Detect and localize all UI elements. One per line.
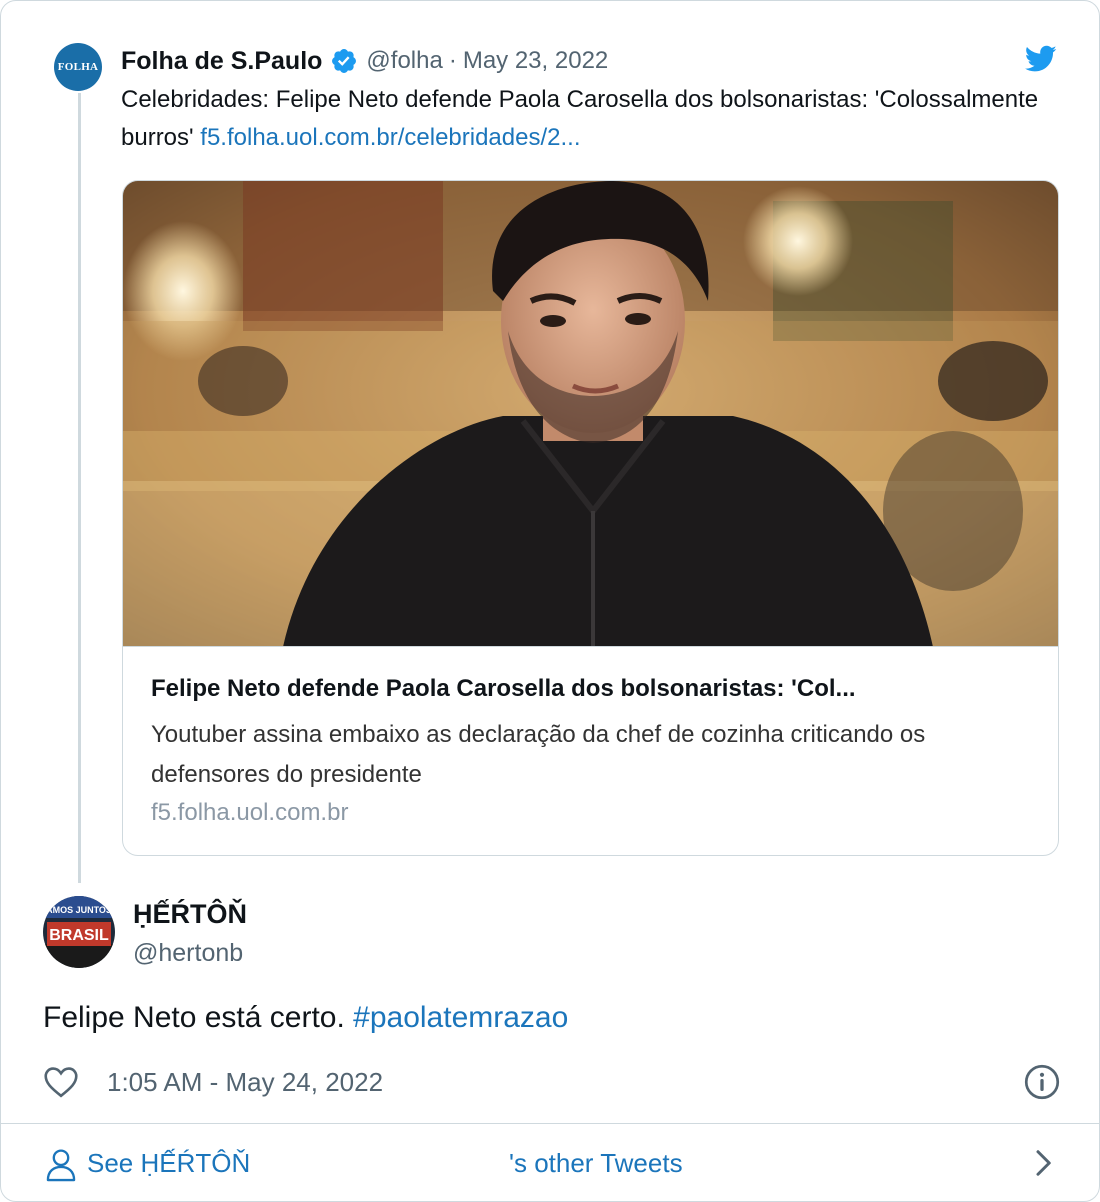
header-separator: · [448,47,457,74]
thread-line [78,93,81,883]
parent-tweet-text: Celebridades: Felipe Neto defende Paola … [121,81,1061,157]
other-tweets-label[interactable]: 's other Tweets [509,1148,683,1179]
heart-icon[interactable] [43,1066,79,1098]
tweet-timestamp[interactable]: 1:05 AM - May 24, 2022 [107,1067,383,1098]
embedded-tweet-card: FOLHA Folha de S.Paulo @folha · May 23, … [0,0,1100,1202]
parent-tweet-header: Folha de S.Paulo @folha · May 23, 2022 [121,43,608,79]
info-icon[interactable] [1024,1064,1060,1100]
card-title: Felipe Neto defende Paola Carosella dos … [151,675,856,702]
tweet-meta-row: 1:05 AM - May 24, 2022 [43,1064,1063,1100]
article-photo [123,181,1058,647]
chevron-right-icon[interactable] [1031,1148,1055,1178]
avatar-small-text: AMOS JUNTOS [46,905,112,915]
avatar-image: AMOS JUNTOS BRASIL [43,896,115,968]
tweet-date[interactable]: May 23, 2022 [463,47,608,75]
article-photo-illustration [123,181,1058,646]
hashtag-link[interactable]: #paolatemrazao [353,1001,568,1034]
reply-tweet-body: Felipe Neto está certo. [43,1001,354,1034]
verified-badge-icon [332,49,357,73]
avatar-brasil-text: BRASIL [49,927,109,944]
see-other-tweets-bar[interactable]: See ḤẾŔTÔŇ 's other Tweets [1,1123,1099,1201]
reply-author-avatar[interactable]: AMOS JUNTOS BRASIL [43,896,115,968]
folha-avatar-text: FOLHA [57,61,99,73]
reply-author-handle[interactable]: @hertonb [133,939,243,968]
author-name[interactable]: Folha de S.Paulo [121,47,322,76]
twitter-bird-icon[interactable] [1025,45,1057,73]
person-icon [46,1149,76,1182]
folha-avatar[interactable]: FOLHA [54,43,102,91]
see-author-label[interactable]: See ḤẾŔTÔŇ [87,1148,250,1179]
reply-tweet-text: Felipe Neto está certo. #paolatemrazao [43,1001,568,1035]
link-preview-card[interactable]: Felipe Neto defende Paola Carosella dos … [122,180,1059,856]
card-description: Youtuber assina embaixo as declaração da… [151,721,926,788]
reply-author-name[interactable]: ḤẾŔTÔŇ [133,899,247,930]
card-domain: f5.folha.uol.com.br [151,799,349,826]
author-handle[interactable]: @folha [366,47,442,75]
article-link[interactable]: f5.folha.uol.com.br/celebridades/2... [200,124,580,151]
